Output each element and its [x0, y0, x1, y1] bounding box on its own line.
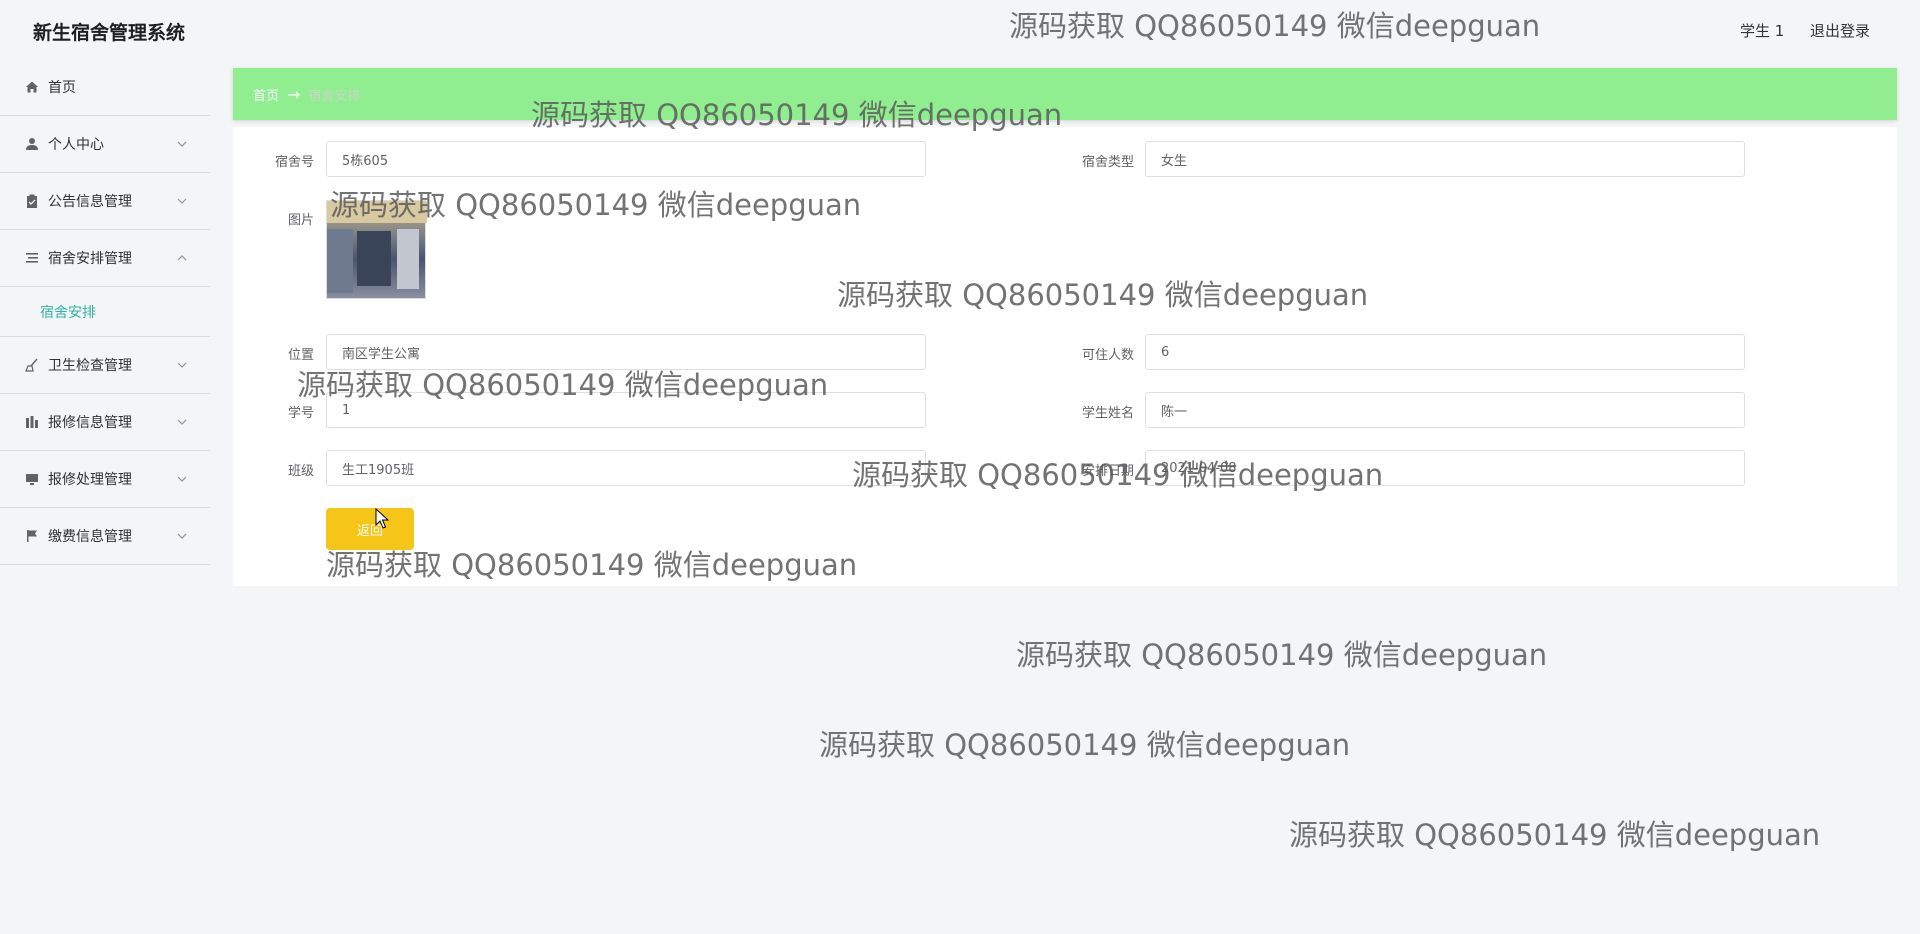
sidebar: 首页 个人中心 公告信息管理 宿舍安排管理 宿舍安排 卫生检查管理 报修信息管理 [0, 59, 210, 934]
date-label: 安排日期 [1081, 464, 1134, 479]
sidebar-item-label: 个人中心 [48, 137, 104, 153]
list-icon [24, 250, 40, 266]
sidebar-item-label: 卫生检查管理 [48, 358, 132, 374]
mouse-cursor-icon [375, 508, 389, 529]
sidebar-item-dorm-arrangement[interactable]: 宿舍安排管理 [0, 230, 210, 287]
sidebar-subitem-dorm-arrangement[interactable]: 宿舍安排 [0, 287, 210, 337]
date-field[interactable]: 2021-04-08 [1145, 450, 1745, 486]
top-header: 新生宿舍管理系统 学生 1 退出登录 [0, 0, 1920, 60]
bar-icon [24, 414, 40, 430]
watermark: 源码获取 QQ86050149 微信deepguan [1289, 818, 1821, 852]
dorm-no-label: 宿舍号 [274, 155, 314, 170]
dorm-type-label: 宿舍类型 [1081, 155, 1134, 170]
location-field[interactable]: 南区学生公寓 [326, 334, 926, 370]
sidebar-item-home[interactable]: 首页 [0, 59, 210, 116]
sidebar-item-label: 报修处理管理 [48, 472, 132, 488]
sidebar-item-payment-info[interactable]: 缴费信息管理 [0, 508, 210, 565]
chevron-down-icon [177, 419, 187, 425]
home-icon [24, 79, 40, 95]
watermark: 源码获取 QQ86050149 微信deepguan [819, 728, 1351, 762]
breadcrumb: 首页 → 宿舍安排 [233, 68, 1897, 120]
monitor-icon [24, 471, 40, 487]
student-no-field[interactable]: 1 [326, 392, 926, 428]
current-user[interactable]: 学生 1 [1740, 20, 1784, 41]
chevron-down-icon [177, 362, 187, 368]
sidebar-item-label: 首页 [48, 80, 76, 96]
logout-link[interactable]: 退出登录 [1810, 20, 1870, 41]
image-label: 图片 [287, 213, 314, 228]
chevron-down-icon [177, 141, 187, 147]
chevron-down-icon [177, 476, 187, 482]
breadcrumb-home[interactable]: 首页 [253, 85, 279, 104]
clipboard-icon [24, 193, 40, 209]
chevron-up-icon [177, 255, 187, 261]
dorm-no-field[interactable]: 5栋605 [326, 141, 926, 177]
dorm-type-field[interactable]: 女生 [1145, 141, 1745, 177]
flag-icon [24, 528, 40, 544]
student-no-label: 学号 [287, 406, 314, 421]
student-name-field[interactable]: 陈一 [1145, 392, 1745, 428]
sidebar-item-label: 宿舍安排管理 [48, 251, 132, 267]
broom-icon [24, 357, 40, 373]
chevron-down-icon [177, 533, 187, 539]
sidebar-item-hygiene-check[interactable]: 卫生检查管理 [0, 337, 210, 394]
class-label: 班级 [287, 464, 314, 479]
sidebar-item-repair-info[interactable]: 报修信息管理 [0, 394, 210, 451]
student-name-label: 学生姓名 [1081, 406, 1134, 421]
sidebar-item-personal-center[interactable]: 个人中心 [0, 116, 210, 173]
app-title: 新生宿舍管理系统 [33, 22, 186, 44]
breadcrumb-arrow-icon: → [287, 84, 301, 104]
capacity-label: 可住人数 [1081, 348, 1134, 363]
sidebar-item-announcements[interactable]: 公告信息管理 [0, 173, 210, 230]
class-field[interactable]: 生工1905班 [326, 450, 926, 486]
chevron-down-icon [177, 198, 187, 204]
sidebar-item-label: 报修信息管理 [48, 415, 132, 431]
user-icon [24, 136, 40, 152]
location-label: 位置 [287, 348, 314, 363]
dorm-photo[interactable] [326, 200, 427, 299]
breadcrumb-current: 宿舍安排 [308, 88, 361, 104]
capacity-field[interactable]: 6 [1145, 334, 1745, 370]
sidebar-item-label: 公告信息管理 [48, 194, 132, 210]
watermark: 源码获取 QQ86050149 微信deepguan [1016, 638, 1548, 672]
sidebar-item-repair-handling[interactable]: 报修处理管理 [0, 451, 210, 508]
sidebar-item-label: 缴费信息管理 [48, 529, 132, 545]
back-button[interactable]: 返回 [326, 508, 414, 550]
